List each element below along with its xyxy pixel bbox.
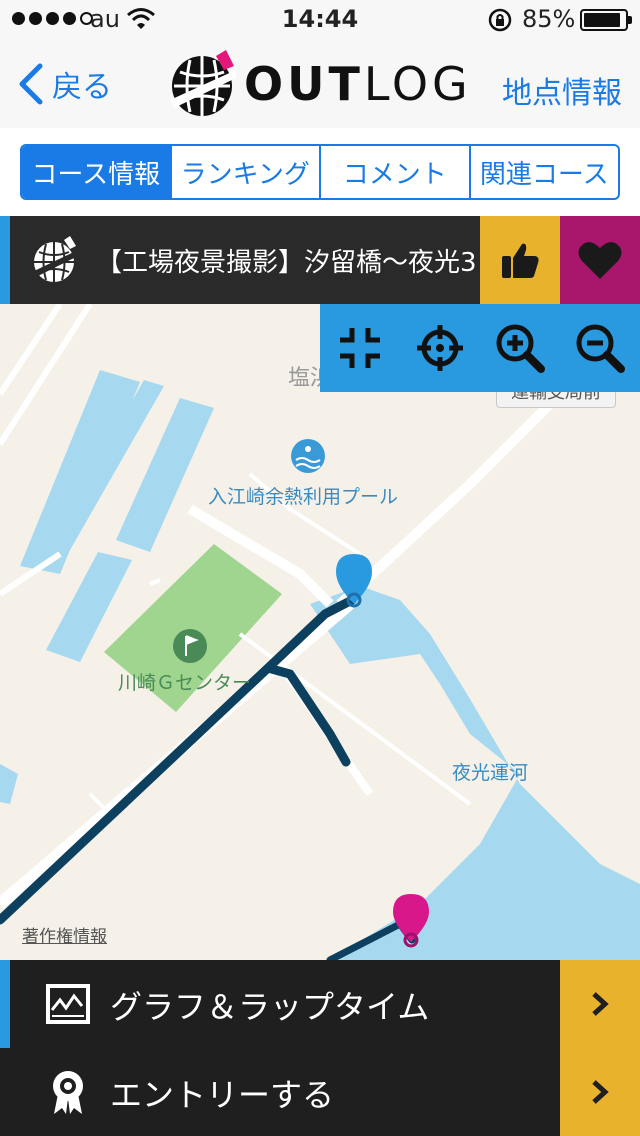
tab-related-courses[interactable]: 関連コース	[468, 146, 619, 198]
segmented-control: コース情報 ランキング コメント 関連コース	[20, 144, 620, 200]
battery-percent: 85%	[522, 5, 576, 33]
copyright-link[interactable]: 著作権情報	[22, 922, 107, 947]
accent-stripe	[0, 216, 10, 304]
globe-logo-icon	[170, 50, 236, 116]
golf-poi-icon	[173, 629, 207, 663]
water-left	[0, 764, 18, 804]
map-toolbar	[320, 304, 640, 392]
course-globe-icon	[32, 236, 78, 282]
course-map[interactable]: 塩浜 入江崎余熱利用プール 川崎Ｇセンター 夜光運河 運輸支局前 著作権情報	[0, 304, 640, 960]
heart-icon	[578, 242, 622, 279]
canal-label: 夜光運河	[452, 762, 529, 784]
golf-center-label: 川崎Ｇセンター	[118, 672, 252, 694]
award-icon	[53, 1071, 83, 1114]
navigation-bar: 戻る OUTLOG 地点情報	[0, 40, 640, 128]
pool-label: 入江崎余熱利用プール	[208, 486, 399, 508]
locate-button[interactable]	[400, 304, 480, 392]
entry-row[interactable]: エントリーする	[0, 1048, 640, 1136]
logo-text-bold: OUT	[244, 57, 364, 111]
battery-level	[584, 13, 620, 27]
bottom-menu: グラフ＆ラップタイム エントリーする	[0, 960, 640, 1136]
status-bar: au 14:44 85%	[0, 0, 640, 40]
like-button[interactable]	[480, 216, 560, 304]
chevron-right-icon	[592, 992, 609, 1016]
graph-icon	[46, 984, 90, 1024]
building	[20, 370, 140, 574]
zoom-out-icon	[576, 324, 625, 373]
battery-icon	[580, 9, 632, 31]
outlog-logo: OUTLOG	[166, 48, 476, 120]
entry-arrow-button[interactable]	[560, 1048, 640, 1136]
graph-arrow-button[interactable]	[560, 960, 640, 1048]
zoom-in-button[interactable]	[480, 304, 560, 392]
course-title-bar: 【工場夜景撮影】汐留橋〜夜光3	[0, 216, 640, 304]
pool-poi-icon	[291, 439, 325, 473]
tab-ranking[interactable]: ランキング	[169, 146, 320, 198]
locate-icon	[417, 325, 463, 371]
back-button[interactable]: 戻る	[16, 60, 112, 108]
spot-info-button[interactable]: 地点情報	[502, 68, 622, 112]
logo-text: OUTLOG	[244, 57, 472, 111]
tab-comments[interactable]: コメント	[319, 146, 469, 198]
tab-course-info[interactable]: コース情報	[22, 146, 170, 198]
logo-text-light: LOG	[363, 57, 472, 111]
graph-lap-time-label: グラフ＆ラップタイム	[110, 988, 430, 1026]
entry-label: エントリーする	[110, 1076, 335, 1114]
chevron-right-icon	[592, 1080, 609, 1104]
zoom-in-icon	[496, 324, 545, 373]
course-title: 【工場夜景撮影】汐留橋〜夜光3	[96, 248, 477, 278]
shrink-icon	[340, 328, 380, 368]
zoom-out-button[interactable]	[560, 304, 640, 392]
favorite-button[interactable]	[560, 216, 640, 304]
tab-area: コース情報 ランキング コメント 関連コース	[0, 128, 640, 216]
shrink-button[interactable]	[320, 304, 400, 392]
graph-lap-time-row[interactable]: グラフ＆ラップタイム	[0, 960, 640, 1048]
accent-stripe	[0, 960, 10, 1048]
back-label: 戻る	[52, 70, 112, 105]
thumbs-up-icon	[502, 243, 539, 278]
rotation-lock-icon	[488, 8, 512, 32]
chevron-left-icon	[19, 63, 43, 105]
